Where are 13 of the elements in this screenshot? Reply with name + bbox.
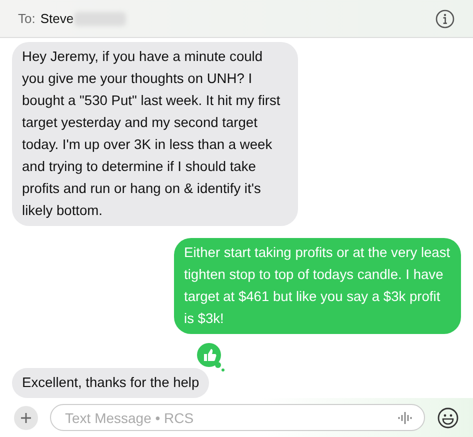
add-button[interactable] — [14, 406, 38, 430]
message-field[interactable]: Text Message • RCS — [50, 404, 425, 432]
message-bubble: Hey Jeremy, if you have a minute could you give me your thoughts on UNH? I bought a "530 Put" last week. It hit my first target yesterday and my second target today. I'm up over 3K in less than a week and trying to determine if I should take profits and run or hang on & identify it's likely bottom. — [12, 42, 298, 226]
recipient-name: Steve — [40, 11, 74, 26]
plus-icon — [20, 412, 32, 424]
text-input[interactable]: Text Message • RCS — [63, 408, 398, 427]
info-icon[interactable] — [435, 8, 455, 29]
thumbs-up-icon — [195, 342, 228, 374]
emoji-icon[interactable] — [437, 406, 459, 429]
message-bubble: Either start taking profits or at the very least tighten stop to top of todays candle. I have target at $461 but like you say a $3k profit is $3k! — [174, 238, 461, 334]
message-bubble: Excellent, thanks for the help — [12, 368, 210, 398]
audio-wave-icon[interactable] — [398, 410, 412, 425]
to-label: To: — [18, 11, 36, 26]
